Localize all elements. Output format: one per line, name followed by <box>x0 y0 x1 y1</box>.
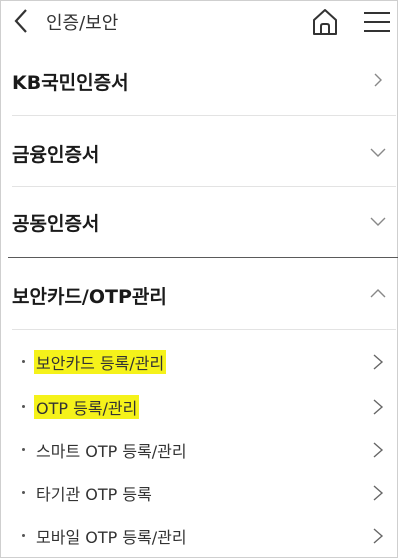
sub-item-security-card[interactable]: 보안카드 등록/관리 <box>0 340 400 384</box>
section-label: 금융인증서 <box>12 144 100 166</box>
hamburger-menu-icon <box>364 12 390 32</box>
section-financial-certificate[interactable]: 금융인증서 <box>0 116 400 188</box>
sub-item-smart-otp[interactable]: 스마트 OTP 등록/관리 <box>0 428 400 472</box>
sub-item-otp[interactable]: OTP 등록/관리 <box>0 385 400 429</box>
sub-item-mobile-otp[interactable]: 모바일 OTP 등록/관리 <box>0 514 400 558</box>
chevron-down-icon <box>370 148 386 157</box>
bullet <box>22 448 25 451</box>
chevron-down-icon <box>370 217 386 226</box>
section-joint-certificate[interactable]: 공동인증서 <box>0 187 400 259</box>
chevron-right-icon <box>373 485 384 501</box>
section-label: 공동인증서 <box>12 213 100 235</box>
top-header: 인증/보안 <box>0 0 400 44</box>
chevron-right-icon <box>373 354 384 370</box>
bullet <box>22 491 25 494</box>
bullet <box>22 405 25 408</box>
chevron-right-icon <box>373 528 384 544</box>
sub-item-label: OTP 등록/관리 <box>34 395 140 419</box>
sub-item-other-institution-otp[interactable]: 타기관 OTP 등록 <box>0 471 400 515</box>
back-button[interactable] <box>6 6 36 36</box>
sub-item-label: 보안카드 등록/관리 <box>34 350 167 374</box>
section-label: 보안카드/OTP관리 <box>12 286 167 308</box>
bullet <box>22 534 25 537</box>
page-title: 인증/보안 <box>46 13 119 34</box>
chevron-up-icon <box>370 289 386 298</box>
home-icon <box>313 9 337 35</box>
section-kb-certificate[interactable]: KB국민인증서 <box>0 44 400 116</box>
menu-button[interactable] <box>360 6 394 38</box>
home-button[interactable] <box>308 5 342 39</box>
section-security-card-otp[interactable]: 보안카드/OTP관리 <box>0 258 400 330</box>
chevron-right-icon <box>373 442 384 458</box>
chevron-right-icon <box>373 399 384 415</box>
sub-item-label: 모바일 OTP 등록/관리 <box>36 528 187 547</box>
divider <box>12 329 396 330</box>
section-label: KB국민인증서 <box>12 72 129 94</box>
bullet <box>22 360 25 363</box>
sub-item-label: 타기관 OTP 등록 <box>36 485 152 504</box>
sub-item-label: 스마트 OTP 등록/관리 <box>36 442 187 461</box>
chevron-left-icon <box>14 9 27 33</box>
chevron-right-icon <box>374 73 382 87</box>
